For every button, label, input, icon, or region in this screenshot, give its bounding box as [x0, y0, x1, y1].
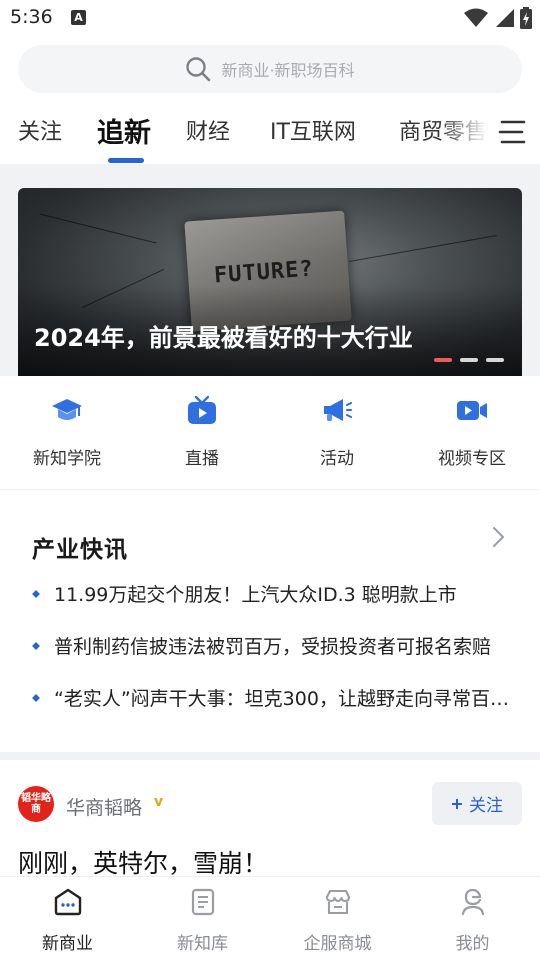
video-camera-icon: [457, 401, 487, 420]
nav-store[interactable]: 企服商城: [270, 887, 405, 954]
carousel-dot-active[interactable]: [434, 358, 452, 362]
quick-entry-label: 活动: [320, 449, 354, 469]
signal-icon: [496, 9, 514, 27]
carousel-dot[interactable]: [486, 358, 504, 362]
quick-entries: 新知学院 直播 活动 视频专区: [0, 376, 540, 490]
active-tab-indicator: [108, 158, 144, 163]
nav-new-business[interactable]: 新商业: [0, 887, 135, 954]
banner-carousel[interactable]: FUTURE? 2024年，前景最被看好的十大行业: [18, 188, 522, 376]
bottom-navigation: 新商业 新知库 企服商城 我的: [0, 876, 540, 960]
quick-entry-activity[interactable]: 活动: [282, 394, 392, 469]
news-item[interactable]: 普利制药信披违法被罚百万，受损投资者可报名索赔: [32, 632, 518, 659]
home-chat-icon: [54, 888, 81, 916]
section-title: 产业快讯: [32, 537, 128, 563]
search-bar[interactable]: 新商业·新职场百科: [18, 45, 522, 93]
industry-news-section: 产业快讯 11.99万起交个朋友！上汽大众ID.3 聪明款上市 普利制药信披违法…: [0, 492, 540, 752]
banner-title: 2024年，前景最被看好的十大行业: [34, 324, 413, 352]
status-time: 5:36: [10, 6, 53, 28]
nav-profile[interactable]: 我的: [405, 887, 540, 954]
nav-knowledge[interactable]: 新知库: [135, 887, 270, 954]
search-icon: [186, 57, 211, 82]
news-item[interactable]: “老实人”闷声干大事：坦克300，让越野走向寻常百姓家: [32, 684, 518, 711]
plus-icon: [452, 798, 462, 809]
feed-card[interactable]: 韬华略商 华商韬略 v 关注 刚刚，英特尔，雪崩！: [0, 760, 540, 878]
nav-label: 新知库: [177, 934, 228, 954]
live-tv-icon: [188, 395, 216, 424]
chevron-right-icon[interactable]: [488, 524, 508, 550]
quick-entry-live[interactable]: 直播: [147, 394, 257, 469]
tab-latest[interactable]: 追新: [97, 111, 151, 150]
carousel-dots: [434, 358, 504, 362]
menu-icon[interactable]: [498, 119, 526, 145]
tabs-fade: [440, 100, 500, 164]
nav-label: 企服商城: [303, 934, 372, 954]
battery-charging-icon: [520, 7, 532, 29]
quick-entry-academy[interactable]: 新知学院: [12, 394, 122, 469]
nav-label: 我的: [455, 934, 490, 954]
tab-follow[interactable]: 关注: [18, 114, 62, 146]
author-avatar[interactable]: 韬华略商: [18, 786, 54, 822]
quick-entry-label: 视频专区: [438, 449, 506, 469]
channel-tabs: 关注 追新 财经 IT互联网 商贸零售: [0, 100, 540, 164]
banner-texture: [39, 213, 157, 244]
feed-headline[interactable]: 刚刚，英特尔，雪崩！: [18, 844, 268, 880]
profile-icon: [461, 888, 484, 916]
news-item-text: “老实人”闷声干大事：坦克300，让越野走向寻常百姓家: [54, 688, 518, 710]
bullet-icon: [32, 641, 40, 650]
news-item[interactable]: 11.99万起交个朋友！上汽大众ID.3 聪明款上市: [32, 580, 518, 607]
carousel-dot[interactable]: [460, 358, 478, 362]
status-bar: 5:36 A: [0, 0, 540, 36]
nav-label: 新商业: [42, 934, 93, 954]
document-icon: [191, 888, 214, 916]
verified-badge: v: [154, 794, 164, 810]
tab-it-internet[interactable]: IT互联网: [270, 114, 356, 146]
quick-entry-label: 新知学院: [33, 449, 101, 469]
quick-entry-label: 直播: [185, 449, 219, 469]
author-name[interactable]: 华商韬略: [66, 793, 142, 820]
quick-entry-video[interactable]: 视频专区: [417, 394, 527, 469]
bullet-icon: [32, 693, 40, 702]
follow-button[interactable]: 关注: [432, 782, 522, 825]
tab-finance[interactable]: 财经: [186, 114, 230, 146]
banner-texture: [349, 234, 497, 263]
graduation-cap-icon: [52, 399, 82, 420]
bullet-icon: [32, 589, 40, 598]
follow-label: 关注: [469, 796, 503, 816]
section-divider: [0, 752, 540, 760]
news-item-text: 普利制药信披违法被罚百万，受损投资者可报名索赔: [54, 636, 492, 658]
notification-icon: A: [71, 10, 86, 25]
megaphone-icon: [324, 399, 352, 421]
wifi-icon: [464, 8, 488, 27]
store-icon: [325, 889, 350, 915]
news-item-text: 11.99万起交个朋友！上汽大众ID.3 聪明款上市: [54, 584, 457, 606]
search-placeholder: 新商业·新职场百科: [221, 61, 355, 80]
status-icons: [464, 7, 532, 29]
